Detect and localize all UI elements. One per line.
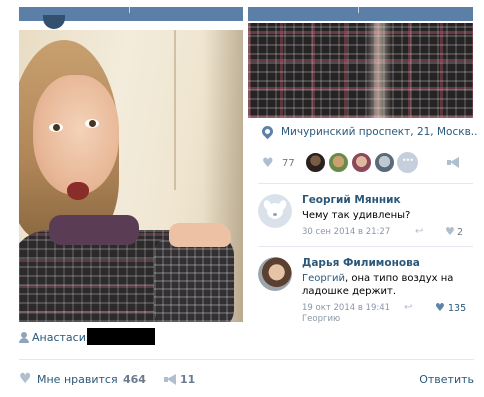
- comment-mention[interactable]: Георгий: [302, 273, 345, 284]
- post-author[interactable]: Анастасия: [19, 328, 155, 345]
- left-header-avatar: [43, 15, 65, 29]
- photo-likes-count[interactable]: 77: [282, 158, 295, 169]
- photo-eye-left: [49, 123, 63, 132]
- comment-item: Георгий Мянник Чему так удивлены? 30 сен…: [258, 194, 473, 242]
- reply-arrow-icon[interactable]: ↩: [404, 303, 412, 313]
- dog-avatar-icon: [258, 194, 292, 228]
- girl-avatar-image: [258, 257, 292, 291]
- photo-light-gap: [366, 23, 392, 118]
- photo-scarf: [49, 215, 139, 245]
- photo-hand: [169, 223, 231, 247]
- location-row[interactable]: Мичуринский проспект, 21, Москв..: [262, 125, 477, 139]
- post-photo[interactable]: [19, 30, 243, 322]
- megaphone-icon[interactable]: [447, 157, 459, 168]
- like-count[interactable]: 464: [123, 373, 146, 386]
- comment-date[interactable]: 30 сен 2014 в 21:27: [302, 227, 390, 237]
- map-pin-icon: [262, 126, 273, 139]
- post-footer: ♥ Мне нравится 464 11 Ответить: [19, 372, 474, 388]
- location-text[interactable]: Мичуринский проспект, 21, Москв..: [281, 126, 477, 138]
- left-header-bar: [19, 7, 243, 29]
- liker-avatar[interactable]: [328, 152, 349, 173]
- divider: [258, 246, 473, 247]
- person-icon: [19, 331, 29, 343]
- comment-item: Дарья Филимонова Георгий, она типо возду…: [258, 257, 473, 325]
- photo-like-row: ♥ 77: [262, 152, 468, 174]
- comment-author[interactable]: Дарья Филимонова: [302, 257, 420, 269]
- divider: [258, 183, 473, 184]
- photo-door-edge: [174, 30, 176, 190]
- comment-likes-count[interactable]: 135: [448, 303, 466, 314]
- like-button[interactable]: Мне нравится: [37, 373, 118, 386]
- reply-arrow-icon[interactable]: ↩: [415, 227, 423, 237]
- photo-preview-crop[interactable]: [248, 23, 473, 118]
- redaction-block: [87, 328, 155, 345]
- photo-face: [33, 75, 119, 195]
- liker-avatar[interactable]: [374, 152, 395, 173]
- heart-icon[interactable]: ♥: [435, 302, 445, 313]
- right-header-divider: [358, 7, 359, 13]
- right-header-bar: [248, 7, 473, 21]
- heart-icon[interactable]: ♥: [262, 157, 274, 170]
- photo-mouth: [67, 182, 89, 200]
- heart-icon[interactable]: ♥: [445, 226, 455, 237]
- commenter-avatar[interactable]: [258, 257, 292, 291]
- liker-avatar[interactable]: [351, 152, 372, 173]
- photo-sleeve: [154, 235, 234, 322]
- reply-to[interactable]: Георгию: [302, 314, 340, 324]
- heart-icon[interactable]: ♥: [19, 372, 32, 386]
- liker-avatar[interactable]: [305, 152, 326, 173]
- left-header-divider: [129, 7, 130, 13]
- comment-text: Чему так удивлены?: [302, 210, 411, 221]
- comment-author[interactable]: Георгий Мянник: [302, 194, 401, 206]
- commenter-avatar[interactable]: [258, 194, 292, 228]
- comment-text: Георгий, она типо воздух на ладошке держ…: [302, 273, 454, 297]
- photo-eye-right: [85, 119, 99, 128]
- reply-button[interactable]: Ответить: [419, 373, 474, 386]
- comment-date[interactable]: 19 окт 2014 в 19:41: [302, 303, 390, 313]
- author-name[interactable]: Анастасия: [32, 331, 92, 344]
- share-count[interactable]: 11: [180, 373, 195, 386]
- more-likers-button[interactable]: [397, 152, 418, 173]
- comment-likes-count[interactable]: 2: [457, 227, 463, 238]
- footer-divider: [19, 359, 474, 360]
